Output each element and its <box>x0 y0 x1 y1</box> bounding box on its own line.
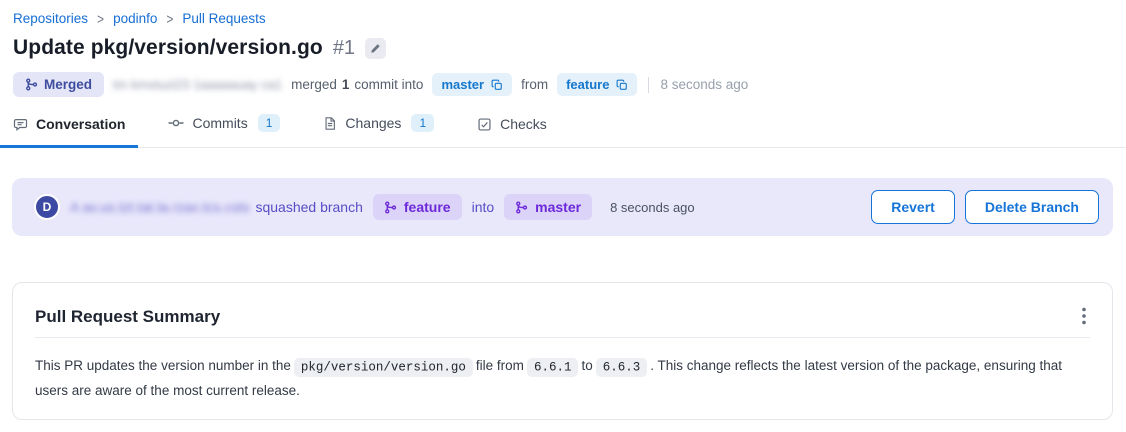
copy-icon[interactable] <box>616 79 628 91</box>
title-row: Update pkg/version/version.go #1 <box>0 36 1126 60</box>
summary-text-segment: to <box>581 358 592 373</box>
status-badge: Merged <box>13 72 104 97</box>
git-merge-icon <box>25 78 38 91</box>
speech-bubble-icon <box>13 117 28 132</box>
tab-label: Checks <box>500 116 547 132</box>
breadcrumb-separator: > <box>97 10 104 28</box>
source-branch-chip[interactable]: feature <box>557 73 637 96</box>
avatar[interactable]: D <box>34 194 60 220</box>
target-branch-badge[interactable]: master <box>504 194 592 220</box>
merged-time-ago: 8 seconds ago <box>660 77 748 92</box>
target-branch-label: master <box>441 77 484 92</box>
kebab-icon <box>1082 307 1086 325</box>
tab-commits[interactable]: Commits 1 <box>155 114 293 148</box>
status-badge-label: Merged <box>44 77 92 92</box>
pr-number: #1 <box>333 37 355 60</box>
page-title: Update pkg/version/version.go <box>13 36 323 60</box>
banner-into-label: into <box>472 199 495 215</box>
commit-icon <box>168 115 184 131</box>
tab-conversation[interactable]: Conversation <box>0 116 138 148</box>
merge-banner: D A av.us.tzt.tat.ta.rzax.tcs.csts squas… <box>12 178 1113 236</box>
code-new-version: 6.6.3 <box>596 358 648 377</box>
pr-tabs: Conversation Commits 1 Changes 1 Checks <box>0 114 1126 148</box>
target-branch-label: master <box>535 199 581 215</box>
tab-label: Commits <box>192 115 247 131</box>
tab-label: Conversation <box>36 116 125 132</box>
copy-icon[interactable] <box>491 79 503 91</box>
tab-checks[interactable]: Checks <box>464 116 560 148</box>
changes-count-badge: 1 <box>411 114 434 132</box>
breadcrumb-podinfo[interactable]: podinfo <box>113 11 157 26</box>
source-branch-label: feature <box>404 199 451 215</box>
commits-count-badge: 1 <box>258 114 281 132</box>
breadcrumb-separator: > <box>166 10 173 28</box>
breadcrumb: Repositories > podinfo > Pull Requests <box>0 0 1126 26</box>
code-file-path: pkg/version/version.go <box>294 358 473 377</box>
merged-by-username: tm kmxtuzi23 1aaaaauay ca1 <box>113 77 282 92</box>
revert-button[interactable]: Revert <box>871 190 955 224</box>
git-branch-icon <box>384 201 397 214</box>
target-branch-chip[interactable]: master <box>432 73 512 96</box>
summary-text-segment: file from <box>476 358 524 373</box>
breadcrumb-repositories[interactable]: Repositories <box>13 11 88 26</box>
summary-card-header: Pull Request Summary <box>35 307 1090 338</box>
pr-meta-row: Merged tm kmxtuzi23 1aaaaauay ca1 merged… <box>0 72 1126 97</box>
git-branch-icon <box>515 201 528 214</box>
banner-time-ago: 8 seconds ago <box>610 200 695 215</box>
checklist-icon <box>477 117 492 132</box>
tab-changes[interactable]: Changes 1 <box>310 114 447 148</box>
summary-text: This PR updates the version number in th… <box>35 354 1090 402</box>
breadcrumb-pull-requests[interactable]: Pull Requests <box>182 11 265 26</box>
from-label: from <box>521 77 548 92</box>
pull-request-page: Repositories > podinfo > Pull Requests U… <box>0 0 1126 432</box>
card-title: Pull Request Summary <box>35 307 220 327</box>
delete-branch-button[interactable]: Delete Branch <box>965 190 1099 224</box>
commit-count: 1 <box>342 77 350 92</box>
divider <box>648 77 649 93</box>
source-branch-label: feature <box>566 77 609 92</box>
kebab-menu-button[interactable] <box>1078 305 1090 327</box>
tab-label: Changes <box>345 115 401 131</box>
edit-title-button[interactable] <box>365 38 386 59</box>
banner-username: A av.us.tzt.tat.ta.rzax.tcs.csts <box>70 199 249 215</box>
file-icon <box>323 116 337 131</box>
code-old-version: 6.6.1 <box>527 358 579 377</box>
pencil-icon <box>370 43 381 54</box>
summary-card: Pull Request Summary This PR updates the… <box>12 282 1113 420</box>
summary-text-segment: This PR updates the version number in th… <box>35 358 291 373</box>
merge-summary-text: merged 1 commit into <box>291 77 423 92</box>
source-branch-badge[interactable]: feature <box>373 194 462 220</box>
banner-action-text: squashed branch <box>255 199 362 215</box>
